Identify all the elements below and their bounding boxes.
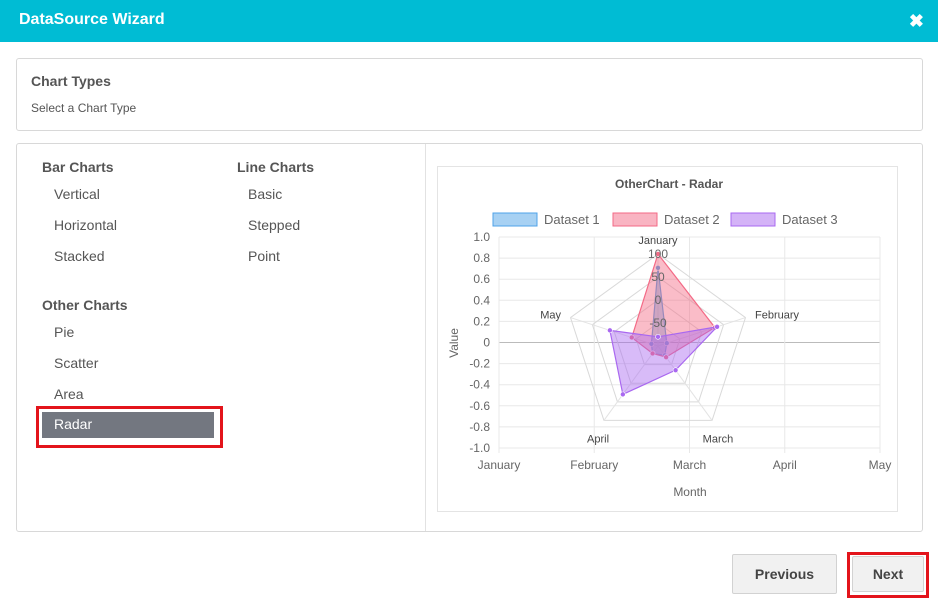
x-tick-label: May [869,458,892,472]
y-axis-label: Value [447,328,461,358]
chart-type-area[interactable]: Area [54,386,84,402]
radar-category-label: March [703,434,734,446]
chart-type-radar[interactable]: Radar [42,412,214,438]
chart-type-horizontal[interactable]: Horizontal [54,217,117,233]
bar-charts-heading: Bar Charts [42,159,114,175]
chart-type-basic[interactable]: Basic [248,186,282,202]
legend-label-3: Dataset 3 [782,212,838,227]
legend-swatch-3 [730,212,776,227]
close-icon[interactable]: ✖ [909,11,924,32]
panel-subtitle: Select a Chart Type [31,101,137,115]
chart-types-header-panel: Chart Types Select a Chart Type [16,58,923,131]
chart-type-point[interactable]: Point [248,248,280,264]
radar-chart: OtherChart - Radar Dataset 1 Dataset 2 Data… [447,177,892,499]
legend-label-1: Dataset 1 [544,212,600,227]
chart-type-scatter[interactable]: Scatter [54,355,98,371]
chart-type-pie[interactable]: Pie [54,324,74,340]
panel-title: Chart Types [31,73,111,89]
radar-point [620,391,626,398]
radar-tick-label: 0 [655,293,662,307]
x-axis-label: Month [673,485,706,499]
y-tick-label: 0.6 [473,272,490,286]
legend-swatch-2 [612,212,658,227]
y-tick-label: 0.4 [473,293,490,307]
x-tick-label: January [478,458,521,472]
next-button[interactable]: Next [852,556,924,592]
y-tick-label: 0 [483,336,490,350]
window-title: DataSource Wizard [19,11,165,28]
y-tick-label: 1.0 [473,230,490,244]
chart-type-stacked[interactable]: Stacked [54,248,105,264]
chart-type-vertical[interactable]: Vertical [54,186,100,202]
y-tick-label: -0.4 [469,378,490,392]
y-tick-label: -1.0 [469,441,490,455]
radar-tick-label: -50 [649,316,667,330]
line-charts-heading: Line Charts [237,159,315,175]
radar-category-label: February [755,309,800,321]
x-tick-label: April [773,458,797,472]
chart-preview: OtherChart - Radar Dataset 1 Dataset 2 Data… [437,166,898,512]
chart-title: OtherChart - Radar [615,177,723,191]
radar-point [655,334,661,340]
legend-swatch-1 [492,212,538,227]
x-tick-label: February [570,458,618,472]
previous-button[interactable]: Previous [732,554,837,594]
radar-point [714,324,720,330]
radar-tick-label: 50 [651,270,665,284]
y-tick-label: -0.6 [469,399,490,413]
other-charts-heading: Other Charts [42,297,128,313]
title-bar: DataSource Wizard ✖ [0,0,938,42]
legend-label-2: Dataset 2 [664,212,720,227]
y-tick-label: 0.2 [473,314,490,328]
x-tick-label: March [673,458,706,472]
radar-category-label: April [587,434,609,446]
radar-category-label: May [540,309,561,321]
chart-type-stepped[interactable]: Stepped [248,217,300,233]
panel-divider [425,144,426,531]
y-tick-label: -0.2 [469,357,490,371]
radar-point [672,367,679,373]
y-tick-label: 0.8 [473,251,490,265]
radar-tick-label: 100 [648,247,668,261]
y-tick-label: -0.8 [469,420,490,434]
radar-point [607,327,613,334]
radar-category-label: January [638,235,678,247]
